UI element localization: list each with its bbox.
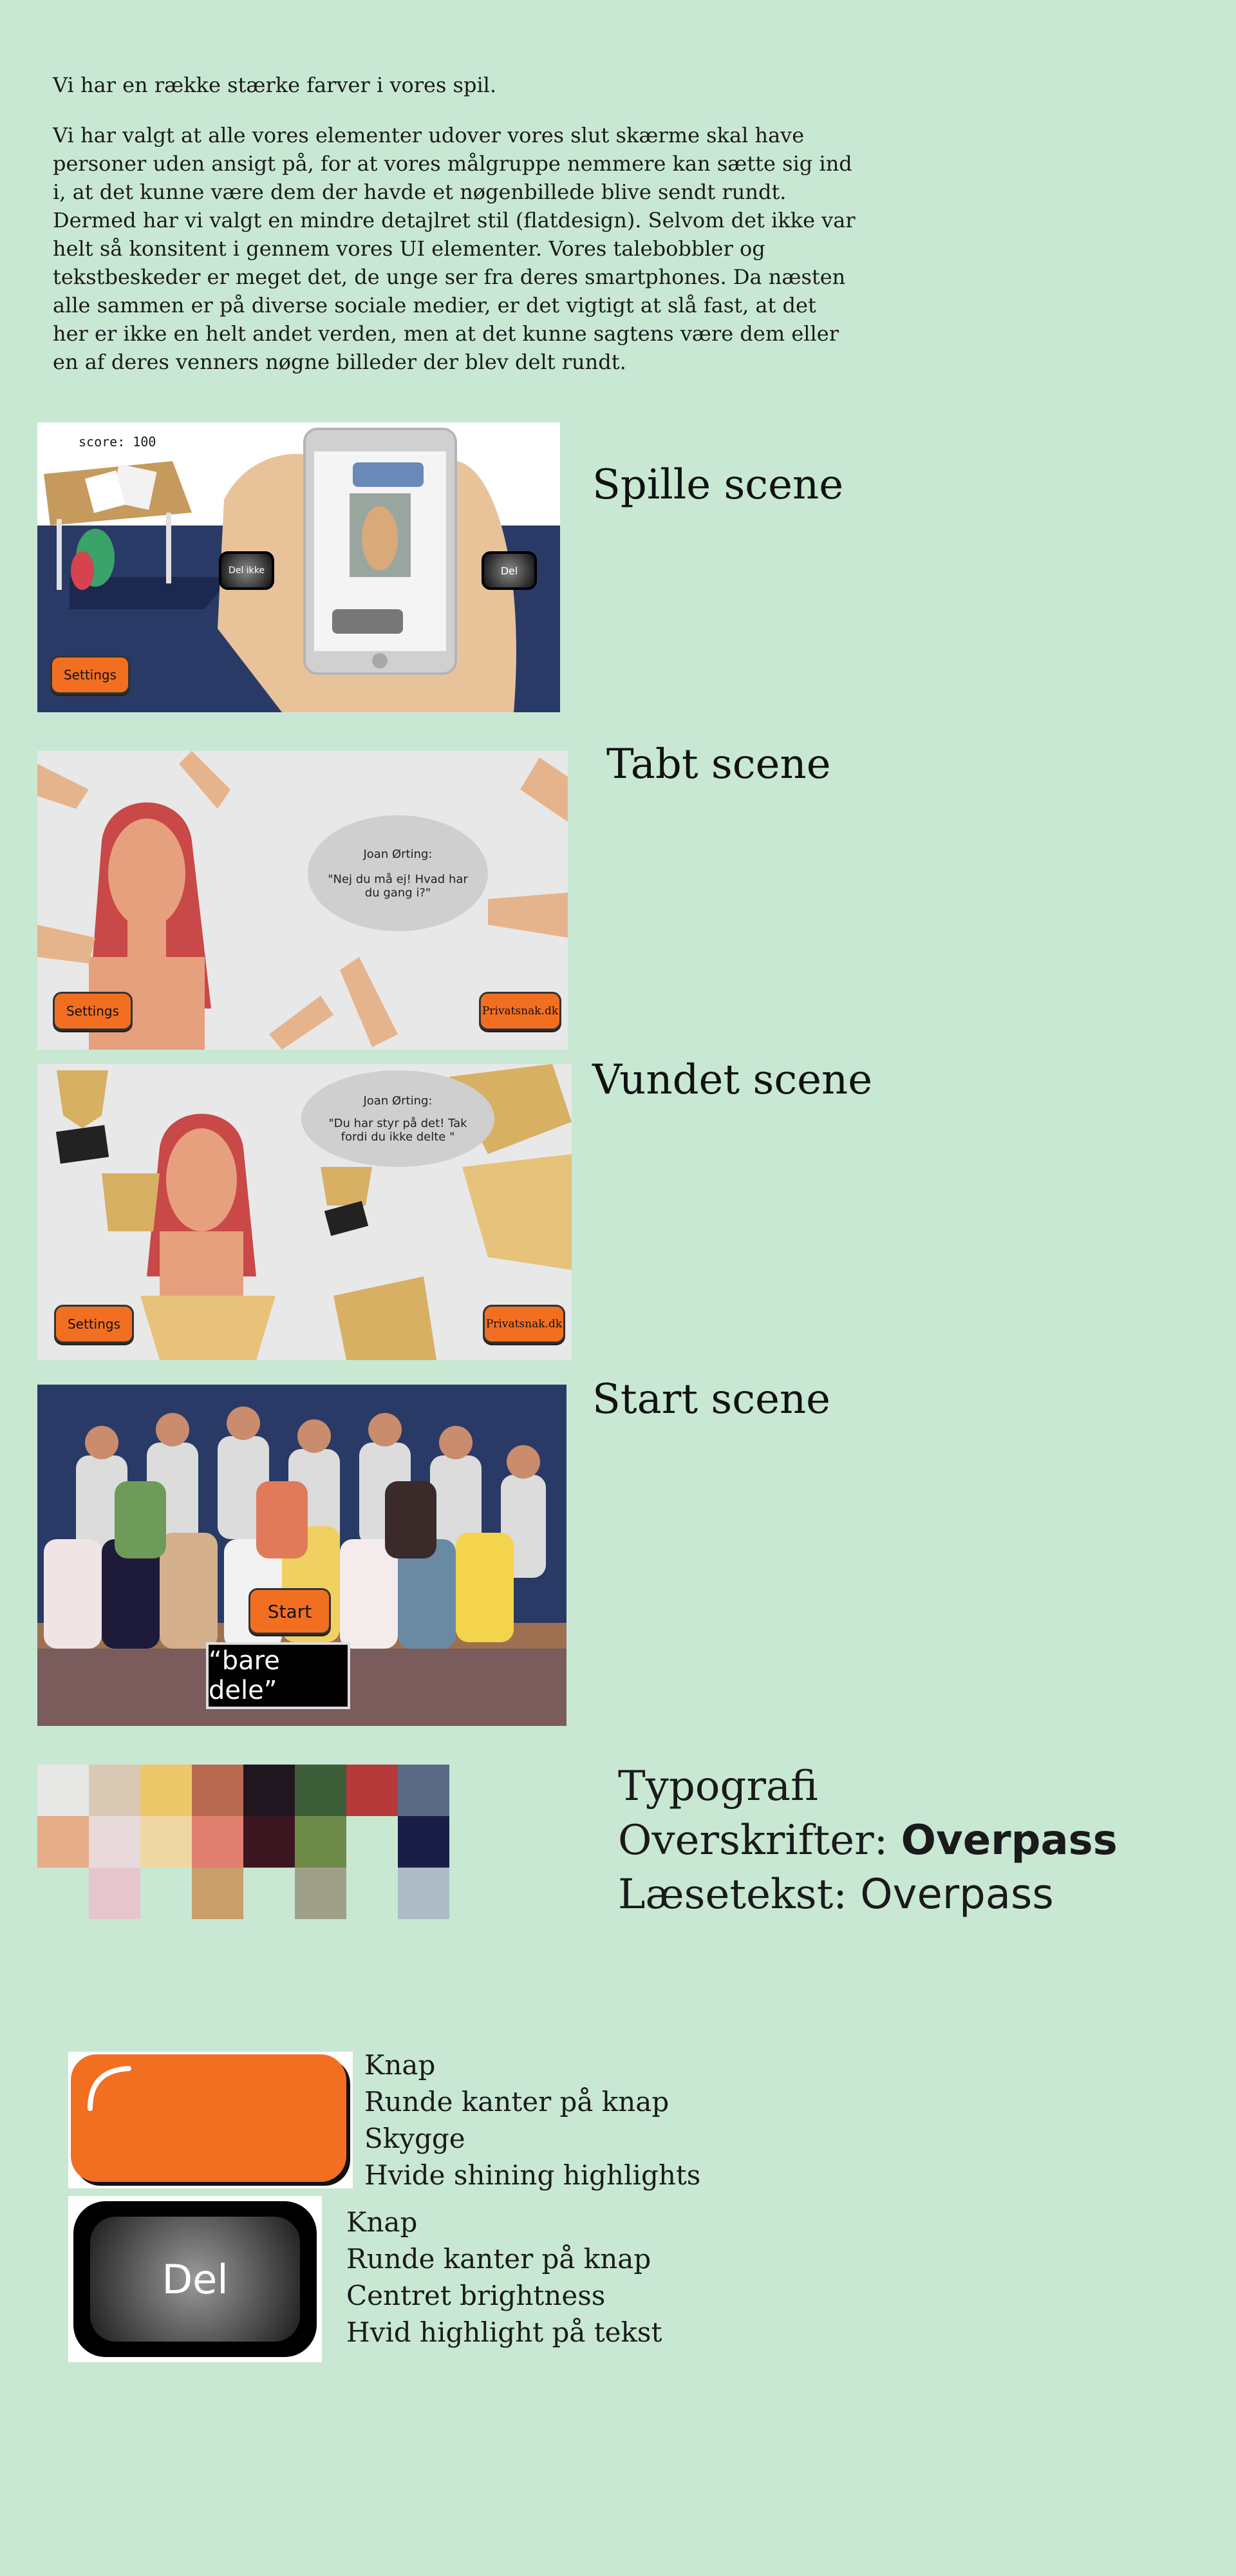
dark-button-sample-frame: Del [68,2196,322,2362]
lost-scene-image: Joan Ørting: "Nej du må ej! Hvad har du … [37,751,568,1050]
won-speech-bubble: Joan Ørting: "Du har styr på det! Tak fo… [301,1070,494,1167]
orange-feature-1: Knap [364,2049,436,2081]
color-swatch [89,1816,140,1868]
orange-feature-3: Skygge [364,2123,465,2154]
color-palette [37,1765,449,1919]
del-button-inner: Del [90,2217,300,2342]
body-label: Læsetekst: [618,1871,847,1918]
color-swatch [89,1765,140,1816]
color-swatch [37,1765,89,1816]
won-scene-image: Joan Ørting: "Du har styr på det! Tak fo… [37,1064,572,1360]
color-swatch [398,1765,449,1816]
color-swatch [295,1816,346,1868]
settings-button[interactable]: Settings [50,656,130,694]
color-swatch [37,1816,89,1868]
orange-button-features: Knap Runde kanter på knap Skygge Hvide s… [364,2047,700,2193]
body-font-sample: Overpass [860,1871,1054,1918]
privatsnak-button[interactable]: Privatsnak.dk [483,1305,565,1343]
color-swatch [192,1765,243,1816]
color-swatch [192,1868,243,1919]
lost-speaker: Joan Ørting: [363,847,433,861]
dark-feature-3: Centret brightness [346,2280,606,2311]
start-scene-image: Start “bare dele” [37,1385,566,1726]
won-speaker: Joan Ørting: [363,1094,433,1108]
play-scene-title: Spille scene [592,461,844,509]
color-swatch [398,1816,449,1868]
headings-font-sample: Overpass [901,1817,1118,1864]
orange-feature-4: Hvide shining highlights [364,2159,701,2191]
color-swatch [243,1816,295,1868]
color-swatch [140,1765,192,1816]
score-label: score: 100 [75,434,160,450]
headings-label: Overskrifter: [618,1817,888,1864]
privatsnak-button[interactable]: Privatsnak.dk [479,992,561,1030]
dark-feature-2: Runde kanter på knap [346,2243,651,2275]
start-scene-title: Start scene [592,1376,831,1423]
won-quote: "Du har styr på det! Tak fordi du ikke d… [328,1116,467,1144]
color-swatch [89,1868,140,1919]
play-scene-image: score: 100 Del ikke Del Settings [37,422,560,712]
headings-font-line: Overskrifter: Overpass [618,1814,1118,1868]
dark-feature-4: Hvid highlight på tekst [346,2316,662,2348]
color-swatch [243,1765,295,1816]
color-swatch [295,1765,346,1816]
body-font-line: Læsetekst: Overpass [618,1868,1118,1922]
dark-button-features: Knap Runde kanter på knap Centret bright… [346,2204,662,2351]
lost-quote: "Nej du må ej! Hvad har du gang i?" [328,872,468,900]
orange-feature-2: Runde kanter på knap [364,2086,670,2117]
bare-dele-sign: “bare dele” [206,1642,350,1709]
dont-share-button[interactable]: Del ikke [219,551,274,590]
settings-button[interactable]: Settings [54,1305,134,1343]
start-button[interactable]: Start [248,1588,331,1634]
color-swatch [295,1868,346,1919]
color-swatch [398,1868,449,1919]
typography-section: Typografi Overskrifter: Overpass Læsetek… [618,1759,1118,1922]
intro-text: Vi har en række stærke farver i vores sp… [53,71,857,398]
intro-paragraph-1: Vi har en række stærke farver i vores sp… [53,73,497,97]
settings-button[interactable]: Settings [53,992,133,1030]
lost-speech-bubble: Joan Ørting: "Nej du må ej! Hvad har du … [308,815,488,931]
typography-title: Typografi [618,1763,818,1810]
intro-paragraph-2: Vi har valgt at alle vores elementer udo… [53,123,856,374]
lost-scene-title: Tabt scene [606,741,831,788]
orange-button-sample[interactable] [71,2054,346,2182]
won-scene-title: Vundet scene [592,1056,873,1104]
color-swatch [346,1765,398,1816]
dark-feature-1: Knap [346,2206,418,2238]
color-swatch [192,1816,243,1868]
color-swatch [140,1816,192,1868]
orange-button-sample-frame [68,2052,353,2188]
del-button-sample[interactable]: Del [73,2201,317,2357]
shine-highlight [88,2066,131,2111]
share-button[interactable]: Del [482,551,537,590]
